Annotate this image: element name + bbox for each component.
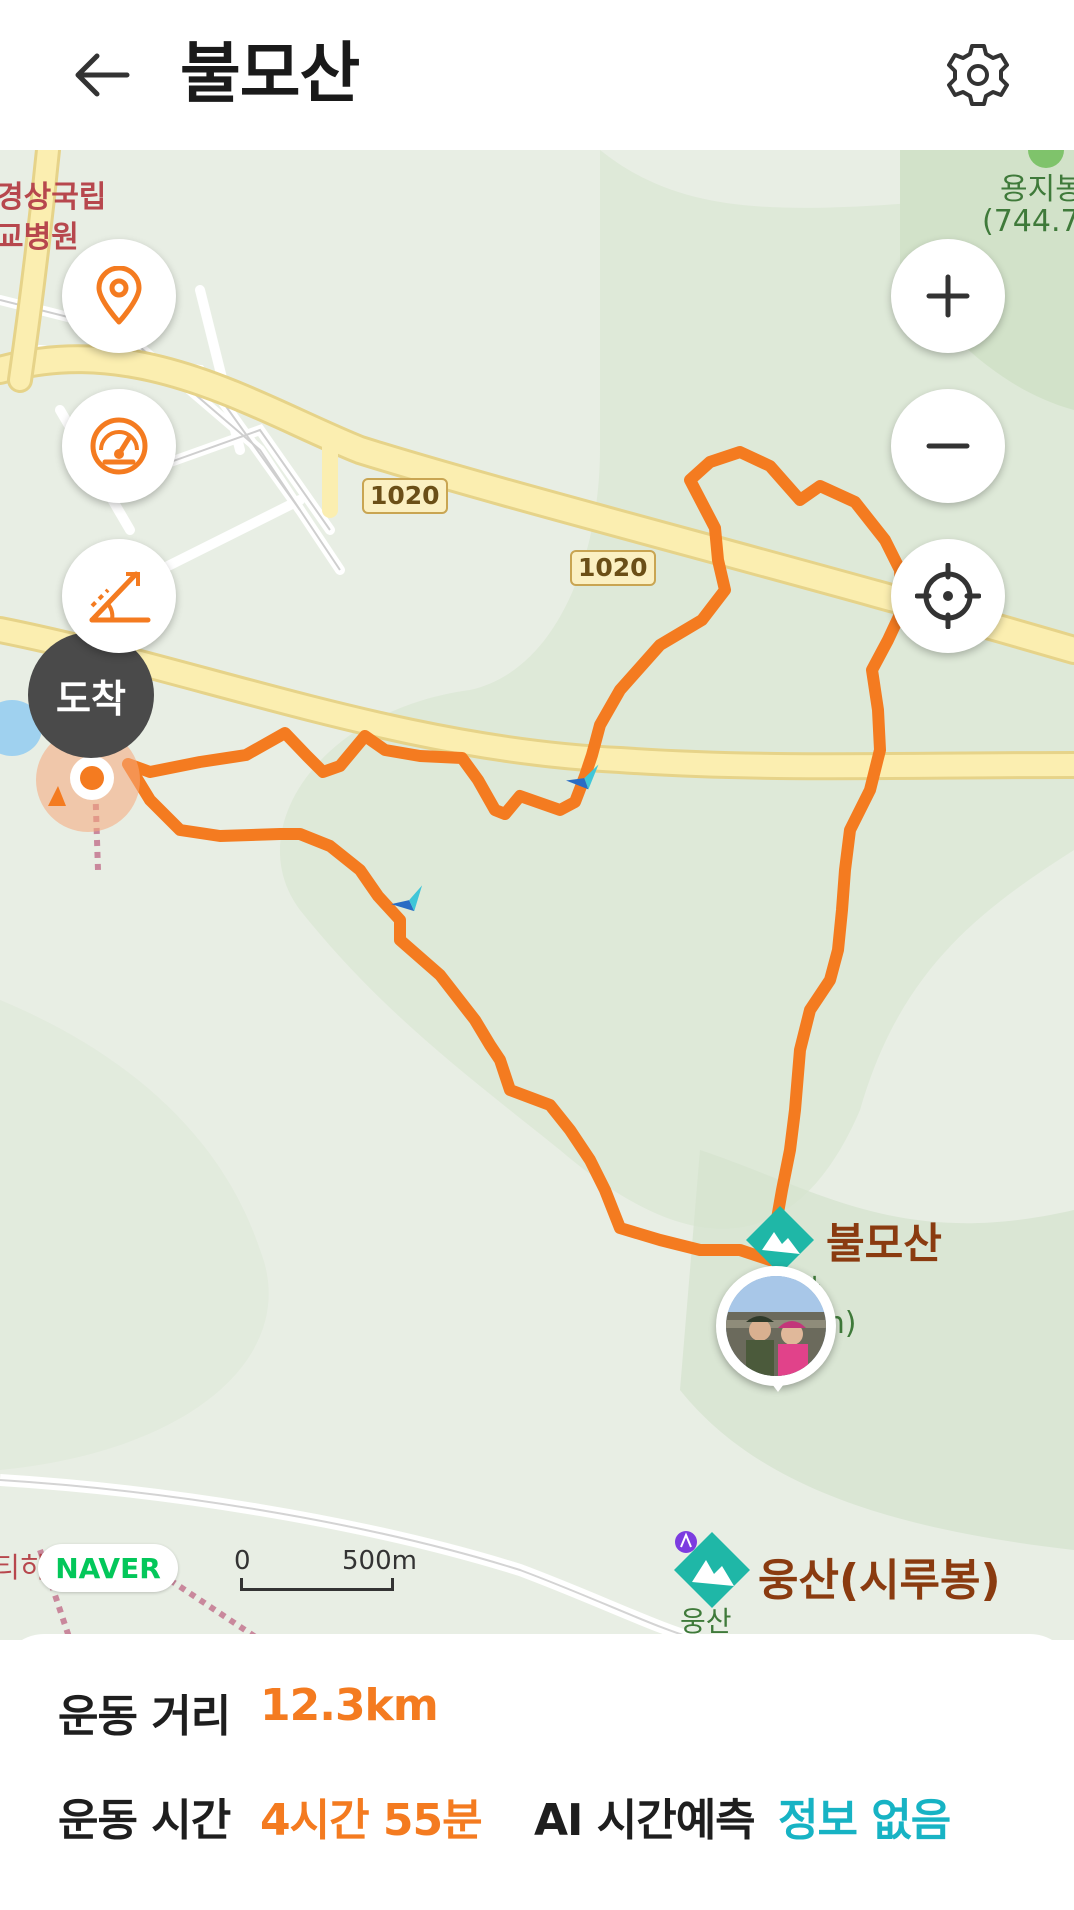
road-number-badge: 1020	[362, 478, 448, 514]
road-number-badge: 1020	[570, 550, 656, 586]
plus-icon	[926, 274, 970, 318]
slope-icon	[89, 571, 151, 623]
my-location-button[interactable]	[62, 239, 176, 353]
hospital-label: 경상국립	[0, 180, 107, 215]
stats-panel: 운동 거리 12.3km 운동 시간 4시간 55분 AI 시간예측 정보 없음	[0, 1634, 1074, 1910]
gear-icon	[947, 44, 1009, 106]
back-arrow-icon	[75, 53, 130, 97]
ai-prediction-value: 정보 없음	[778, 1795, 951, 1846]
scale-zero-label: 0	[234, 1546, 251, 1576]
arrival-badge: 도착	[28, 632, 154, 758]
speed-button[interactable]	[62, 389, 176, 503]
photo-marker-pointer	[766, 1376, 790, 1392]
page-title: 불모산	[180, 35, 360, 112]
yongji-height-label: (744.7	[982, 204, 1074, 239]
slope-button[interactable]	[62, 539, 176, 653]
speedometer-icon	[90, 417, 148, 475]
recenter-button[interactable]	[891, 539, 1005, 653]
map-base	[0, 150, 1074, 1640]
photo-thumbnail	[726, 1276, 826, 1376]
map-scale: 0 500m	[234, 1546, 417, 1591]
peak-title-label: 불모산	[826, 1219, 942, 1268]
back-button[interactable]	[62, 40, 140, 110]
yongji-name-label: 용지봉	[1000, 172, 1074, 207]
time-value: 4시간 55분	[260, 1795, 483, 1846]
map-view[interactable]: 경상국립 교병원 용지봉 (744.7 1020 1020 불모산 불모산 (8…	[0, 150, 1074, 1640]
naver-logo: NAVER	[38, 1544, 178, 1592]
map-pin-icon	[96, 266, 142, 325]
zoom-in-button[interactable]	[891, 239, 1005, 353]
settings-button[interactable]	[938, 40, 1018, 110]
top-app-bar: 불모산	[0, 0, 1074, 150]
hospital-label-2: 교병원	[0, 220, 79, 255]
minus-icon	[926, 443, 970, 449]
crosshair-icon	[915, 563, 981, 629]
ai-prediction-label: AI 시간예측	[534, 1795, 756, 1846]
photo-marker[interactable]	[716, 1266, 836, 1386]
zoom-out-button[interactable]	[891, 389, 1005, 503]
distance-value: 12.3km	[260, 1680, 439, 1731]
ungsan-title-label: 웅산(시루봉)	[758, 1555, 1001, 1606]
scale-distance-label: 500m	[342, 1546, 417, 1576]
time-label: 운동 시간	[58, 1795, 231, 1846]
scale-bar	[240, 1578, 394, 1591]
distance-label: 운동 거리	[58, 1691, 231, 1742]
